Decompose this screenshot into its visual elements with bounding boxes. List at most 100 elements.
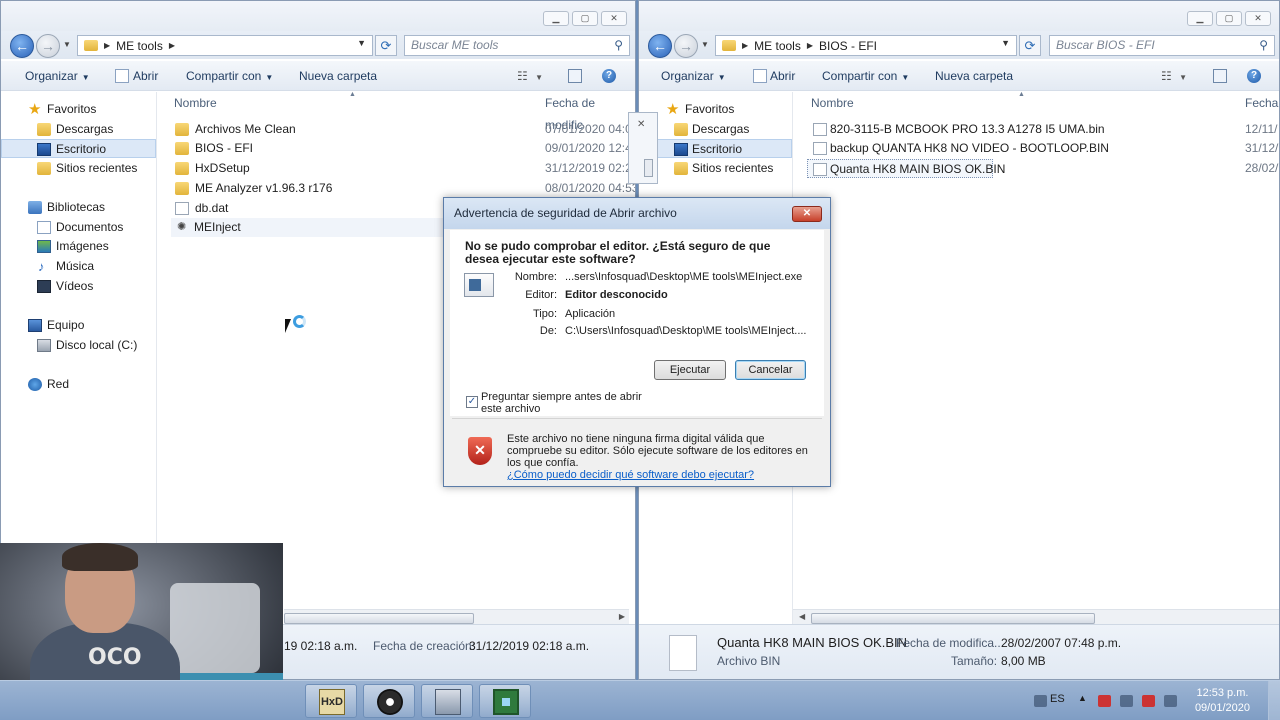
file-row-selected[interactable]: Quanta HK8 MAIN BIOS OK.BIN — [807, 159, 1005, 178]
close-button[interactable]: ✕ — [601, 11, 627, 26]
nav-local-disk[interactable]: Disco local (C:) — [1, 336, 156, 355]
history-dropdown-icon[interactable]: ▼ — [701, 40, 709, 49]
file-row[interactable]: HxDSetup 31/12/2019 02:29 — [175, 159, 635, 178]
taskbar-app-obs[interactable] — [363, 684, 415, 718]
title-bar[interactable]: ▁ ▢ ✕ — [639, 1, 1279, 31]
organize-button[interactable]: Organizar ▼ — [661, 69, 726, 83]
action-center-icon[interactable] — [1098, 695, 1111, 707]
tray-expand-icon[interactable]: ▲ — [1078, 693, 1087, 703]
field-label-from: De: — [539, 325, 557, 337]
nav-videos[interactable]: Vídeos — [1, 277, 156, 296]
nav-favorites[interactable]: ★ Favoritos — [639, 100, 792, 119]
nav-images[interactable]: Imágenes — [1, 237, 156, 256]
tray-app-icon[interactable] — [1142, 695, 1155, 707]
maximize-button[interactable]: ▢ — [572, 11, 598, 26]
share-button[interactable]: Compartir con ▼ — [186, 69, 273, 83]
column-header-name[interactable]: Nombre — [174, 92, 217, 114]
refresh-button[interactable]: ⟳ — [375, 35, 397, 56]
videos-icon — [37, 280, 51, 293]
help-icon[interactable]: ? — [602, 69, 616, 83]
preview-pane-icon[interactable] — [1213, 69, 1227, 83]
network-tray-icon[interactable] — [1120, 695, 1133, 707]
help-link[interactable]: ¿Cómo puedo decidir qué software debo ej… — [507, 469, 754, 481]
cancel-button[interactable]: Cancelar — [735, 360, 806, 380]
title-bar[interactable]: ▁ ▢ ✕ — [1, 1, 635, 31]
minimize-button[interactable]: ▁ — [543, 11, 569, 26]
nav-desktop[interactable]: Escritorio — [639, 139, 792, 158]
breadcrumb-separator-icon[interactable]: ▶ — [742, 41, 748, 50]
nav-documents[interactable]: Documentos — [1, 218, 156, 237]
column-header-date[interactable]: Fecha — [1245, 92, 1278, 114]
file-row[interactable]: Archivos Me Clean 07/01/2020 04:09 — [175, 120, 635, 139]
close-button[interactable]: ✕ — [1245, 11, 1271, 26]
taskbar-app-registry[interactable] — [421, 684, 473, 718]
column-header-date[interactable]: Fecha de modific — [545, 92, 635, 132]
nav-network[interactable]: Red — [1, 375, 156, 394]
file-row[interactable]: db.dat — [175, 199, 435, 218]
nav-favorites[interactable]: ★ Favoritos — [1, 100, 156, 119]
dialog-close-button[interactable]: ✕ — [792, 206, 822, 222]
nav-recent-places[interactable]: Sitios recientes — [639, 159, 792, 178]
breadcrumb-separator-icon[interactable]: ▶ — [807, 41, 813, 50]
refresh-button[interactable]: ⟳ — [1019, 35, 1041, 56]
nav-music[interactable]: ♪ Música — [1, 257, 156, 276]
nav-downloads[interactable]: Descargas — [1, 120, 156, 139]
back-button[interactable]: ← — [10, 34, 34, 58]
scroll-right-icon[interactable]: ▶ — [619, 612, 625, 621]
breadcrumb-me-tools[interactable]: ME tools — [754, 39, 801, 53]
nav-libraries[interactable]: Bibliotecas — [1, 198, 156, 217]
always-ask-label[interactable]: Preguntar siempre antes de abrir este ar… — [481, 391, 661, 415]
file-row[interactable]: 820-3115-B MCBOOK PRO 13.3 A1278 I5 UMA.… — [813, 120, 1279, 139]
language-indicator[interactable]: ES — [1050, 693, 1065, 705]
scrollbar-thumb[interactable] — [811, 613, 1095, 624]
forward-button[interactable]: → — [36, 34, 60, 58]
taskbar-app-hxd[interactable]: HxD — [305, 684, 357, 718]
preview-pane-icon[interactable] — [568, 69, 582, 83]
scrollbar-thumb[interactable] — [284, 613, 474, 624]
volume-icon[interactable] — [1164, 695, 1177, 707]
file-row[interactable]: BIOS - EFI 09/01/2020 12:43 — [175, 139, 635, 158]
dialog-title[interactable]: Advertencia de seguridad de Abrir archiv… — [444, 198, 830, 229]
nav-recent-places[interactable]: Sitios recientes — [1, 159, 156, 178]
address-bar[interactable]: ▶ ME tools ▶ BIOS - EFI ▼ — [715, 35, 1017, 56]
breadcrumb-separator-icon[interactable]: ▶ — [104, 41, 110, 50]
organize-button[interactable]: Organizar ▼ — [25, 69, 90, 83]
new-folder-button[interactable]: Nueva carpeta — [935, 69, 1013, 83]
show-desktop-button[interactable] — [1268, 681, 1280, 720]
open-button[interactable]: Abrir — [133, 69, 158, 83]
file-icon — [813, 142, 827, 155]
address-bar[interactable]: ▶ ME tools ▶ ▼ — [77, 35, 373, 56]
history-dropdown-icon[interactable]: ▼ — [63, 40, 71, 49]
libraries-icon — [28, 201, 42, 214]
nav-computer[interactable]: Equipo — [1, 316, 156, 335]
taskbar-app-chip-tool[interactable] — [479, 684, 531, 718]
view-options-icon[interactable]: ☷ ▼ — [1161, 69, 1187, 83]
minimize-button[interactable]: ▁ — [1187, 11, 1213, 26]
always-ask-checkbox[interactable]: ✓ — [466, 396, 478, 408]
column-header-name[interactable]: Nombre — [811, 92, 854, 114]
open-button[interactable]: Abrir — [770, 69, 795, 83]
breadcrumb-bios-efi[interactable]: BIOS - EFI — [819, 39, 877, 53]
address-dropdown-icon[interactable]: ▼ — [1001, 38, 1010, 48]
file-row-selected[interactable]: ✺ MEInject — [171, 218, 447, 237]
back-button[interactable]: ← — [648, 34, 672, 58]
file-row[interactable]: backup QUANTA HK8 NO VIDEO - BOOTLOOP.BI… — [813, 139, 1279, 158]
view-options-icon[interactable]: ☷ ▼ — [517, 69, 543, 83]
search-input[interactable]: Buscar BIOS - EFI ⚲ — [1049, 35, 1275, 56]
nav-downloads[interactable]: Descargas — [639, 120, 792, 139]
breadcrumb-separator-icon[interactable]: ▶ — [169, 41, 175, 50]
desktop-icon — [37, 143, 51, 156]
nav-desktop[interactable]: Escritorio — [1, 139, 156, 158]
search-input[interactable]: Buscar ME tools ⚲ — [404, 35, 630, 56]
file-row[interactable]: ME Analyzer v1.96.3 r176 08/01/2020 04:53 — [175, 179, 635, 198]
address-dropdown-icon[interactable]: ▼ — [357, 38, 366, 48]
share-button[interactable]: Compartir con ▼ — [822, 69, 909, 83]
breadcrumb-me-tools[interactable]: ME tools — [116, 39, 163, 53]
system-clock[interactable]: 12:53 p.m. 09/01/2020 — [1195, 686, 1250, 716]
new-folder-button[interactable]: Nueva carpeta — [299, 69, 377, 83]
maximize-button[interactable]: ▢ — [1216, 11, 1242, 26]
run-button[interactable]: Ejecutar — [654, 360, 726, 380]
scroll-left-icon[interactable]: ◀ — [799, 612, 805, 621]
help-icon[interactable]: ? — [1247, 69, 1261, 83]
forward-button[interactable]: → — [674, 34, 698, 58]
